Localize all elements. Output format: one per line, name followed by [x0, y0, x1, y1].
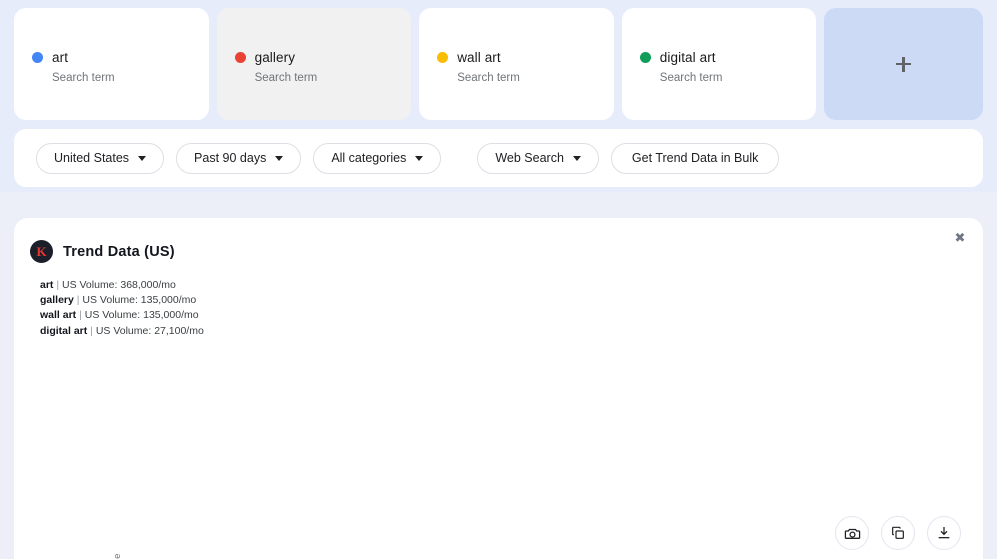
- volume-text: US Volume: 27,100/mo: [95, 324, 204, 337]
- country-filter[interactable]: United States: [36, 142, 165, 174]
- search-terms-row: art Search term gallery Search term wall…: [14, 8, 983, 120]
- volume-row: gallery | US Volume: 135,000/mo: [40, 294, 197, 307]
- copy-icon: [892, 526, 904, 539]
- trend-data-panel: ✖ K Trend Data (US) art | US Volume: 368…: [14, 218, 983, 559]
- volume-row: digital art | US Volume: 27,100/mo: [40, 324, 204, 337]
- term-card-gallery[interactable]: gallery Search term: [216, 8, 412, 120]
- term-head: gallery: [234, 50, 318, 65]
- page-title: Trend Data (US): [63, 243, 175, 260]
- term-sublabel-digital-art: Search term: [659, 72, 723, 84]
- screenshot-button[interactable]: [835, 516, 869, 550]
- term-sublabel-wall-art: Search term: [457, 72, 520, 84]
- volume-term: digital art: [40, 324, 88, 337]
- term-sublabel-gallery: Search term: [254, 72, 318, 84]
- category-filter[interactable]: All categories: [313, 142, 442, 174]
- add-search-term-button[interactable]: [824, 8, 983, 120]
- term-label-art: art: [52, 50, 69, 65]
- camera-icon: [844, 528, 860, 539]
- category-filter-label: All categories: [331, 151, 407, 165]
- term-label-wall-art: wall art: [457, 50, 501, 65]
- term-head: digital art: [639, 50, 723, 65]
- chevron-down-icon: [572, 155, 581, 161]
- bulk-button-label: Get Trend Data in Bulk: [631, 151, 759, 165]
- volume-text: US Volume: 135,000/mo: [82, 294, 197, 307]
- get-trend-data-in-bulk-button[interactable]: Get Trend Data in Bulk: [610, 142, 780, 174]
- panel-header: K Trend Data (US): [14, 218, 983, 263]
- trend-data-app: art Search term gallery Search term wall…: [0, 0, 997, 559]
- term-head: wall art: [437, 50, 520, 65]
- keywords-everywhere-logo-icon: K: [30, 240, 53, 263]
- term-color-dot-wall-art: [437, 52, 449, 63]
- chevron-down-icon: [415, 155, 424, 161]
- term-label-digital-art: digital art: [659, 50, 716, 65]
- date-range-filter-label: Past 90 days: [194, 151, 267, 165]
- term-card-art[interactable]: art Search term: [14, 8, 209, 120]
- panel-actions: [835, 516, 961, 550]
- date-range-filter[interactable]: Past 90 days: [176, 142, 302, 174]
- term-color-dot-art: [32, 52, 43, 63]
- term-color-dot-digital-art: [639, 52, 651, 63]
- search-type-filter-label: Web Search: [495, 151, 564, 165]
- volume-term: gallery: [40, 294, 74, 307]
- volume-summary-list: art | US Volume: 368,000/mo gallery | US…: [40, 278, 983, 339]
- volume-term: art: [40, 279, 54, 291]
- term-head: art: [32, 50, 115, 65]
- close-icon[interactable]: ✖: [951, 228, 969, 246]
- download-icon: [938, 527, 950, 539]
- term-card-wall-art[interactable]: wall art Search term: [419, 8, 614, 120]
- term-label-gallery: gallery: [254, 50, 296, 65]
- filter-bar: United States Past 90 days All categorie…: [14, 129, 983, 187]
- volume-text: US Volume: 135,000/mo: [84, 309, 199, 322]
- volume-text: US Volume: 368,000/mo: [62, 279, 176, 291]
- top-section: art Search term gallery Search term wall…: [0, 0, 997, 192]
- download-button[interactable]: [927, 516, 961, 550]
- term-sublabel-art: Search term: [52, 72, 115, 84]
- term-card-digital-art[interactable]: digital art Search term: [621, 8, 817, 120]
- country-filter-label: United States: [54, 151, 130, 165]
- plus-icon: [896, 56, 912, 72]
- search-type-filter[interactable]: Web Search: [477, 142, 599, 174]
- volume-row: wall art | US Volume: 135,000/mo: [40, 309, 199, 322]
- chevron-down-icon: [275, 155, 284, 161]
- y-axis-title: Search Volume: [112, 554, 123, 559]
- chevron-down-icon: [138, 155, 147, 161]
- volume-term: wall art: [40, 309, 77, 322]
- term-color-dot-gallery: [234, 52, 246, 63]
- copy-button[interactable]: [881, 516, 915, 550]
- volume-row: art | US Volume: 368,000/mo: [40, 279, 176, 291]
